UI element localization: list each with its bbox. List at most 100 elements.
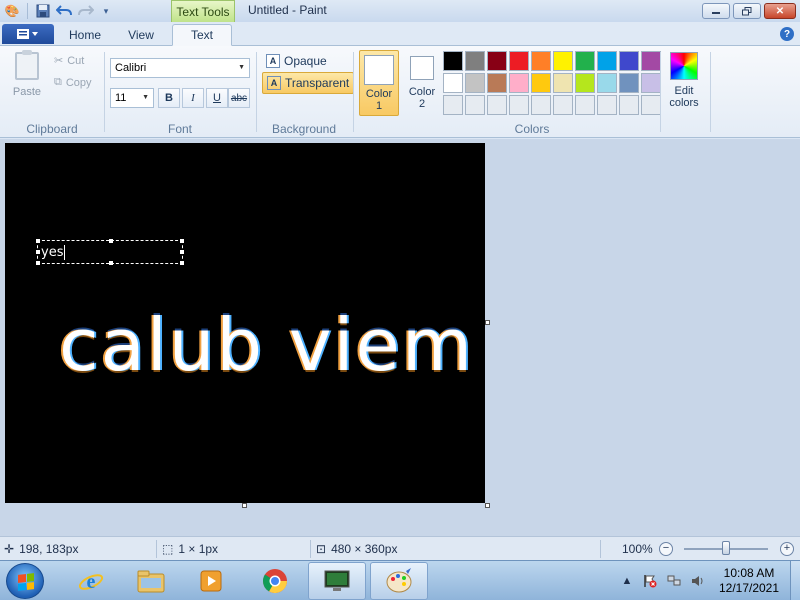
palette-swatch[interactable] xyxy=(509,95,529,115)
palette-swatch[interactable] xyxy=(641,95,661,115)
group-separator xyxy=(660,52,661,132)
status-separator xyxy=(600,540,601,558)
zoom-in-button[interactable]: + xyxy=(780,542,794,556)
paint-taskbar-button[interactable] xyxy=(370,562,428,600)
cut-button[interactable]: ✂ Cut xyxy=(54,54,84,68)
text-caret xyxy=(64,245,65,260)
transparent-option[interactable]: A Transparent xyxy=(262,72,355,94)
palette-swatch[interactable] xyxy=(597,51,617,71)
bold-button[interactable]: B xyxy=(158,88,180,108)
show-desktop-button[interactable] xyxy=(790,561,800,600)
internet-explorer-taskbar-button[interactable]: e xyxy=(62,562,120,600)
edit-colors-button[interactable]: Edit colors xyxy=(664,52,704,109)
paste-button[interactable]: Paste xyxy=(12,50,42,102)
opaque-option[interactable]: A Opaque xyxy=(262,50,331,72)
remote-app-taskbar-button[interactable] xyxy=(308,562,366,600)
underline-button[interactable]: U xyxy=(206,88,228,108)
palette-swatch[interactable] xyxy=(553,95,573,115)
action-center-flag-icon[interactable] xyxy=(643,574,657,588)
resize-handle[interactable] xyxy=(36,239,40,243)
palette-swatch[interactable] xyxy=(531,73,551,93)
close-button[interactable]: ✕ xyxy=(764,3,796,19)
palette-swatch[interactable] xyxy=(443,73,463,93)
palette-swatch[interactable] xyxy=(575,51,595,71)
palette-swatch[interactable] xyxy=(487,73,507,93)
paint-menu-button[interactable] xyxy=(2,24,54,44)
tab-view[interactable]: View xyxy=(116,24,166,46)
background-group-label: Background xyxy=(271,122,337,136)
palette-swatch[interactable] xyxy=(465,73,485,93)
file-explorer-taskbar-button[interactable] xyxy=(122,562,180,600)
tab-text[interactable]: Text xyxy=(172,24,232,46)
color-1-button[interactable]: Color 1 xyxy=(359,50,399,116)
paint-menu-icon xyxy=(17,29,38,39)
colors-group-label: Colors xyxy=(514,122,550,136)
palette-swatch[interactable] xyxy=(619,51,639,71)
save-icon[interactable] xyxy=(35,3,51,19)
palette-swatch[interactable] xyxy=(553,51,573,71)
edit-colors-label-line1: Edit xyxy=(674,85,694,97)
copy-label: Copy xyxy=(65,76,92,89)
minimize-icon xyxy=(712,12,720,14)
media-player-taskbar-button[interactable] xyxy=(182,562,240,600)
text-tools-context-tab: Text Tools xyxy=(171,0,235,22)
palette-swatch[interactable] xyxy=(487,95,507,115)
palette-swatch[interactable] xyxy=(619,73,639,93)
strikethrough-button[interactable]: abc xyxy=(228,88,250,108)
palette-swatch[interactable] xyxy=(531,95,551,115)
font-family-dropdown[interactable]: Calibri ▼ xyxy=(110,58,250,78)
tab-home[interactable]: Home xyxy=(60,24,110,46)
resize-handle[interactable] xyxy=(109,261,113,265)
system-clock[interactable]: 10:08 AM 12/17/2021 xyxy=(716,566,782,596)
palette-swatch[interactable] xyxy=(465,51,485,71)
font-size-dropdown[interactable]: 11 ▼ xyxy=(110,88,154,108)
palette-swatch[interactable] xyxy=(509,51,529,71)
chrome-taskbar-button[interactable] xyxy=(246,562,304,600)
canvas-resize-handle-right[interactable] xyxy=(485,320,490,325)
italic-button[interactable]: I xyxy=(182,88,204,108)
palette-swatch[interactable] xyxy=(487,51,507,71)
zoom-out-button[interactable]: − xyxy=(659,542,673,556)
minimize-button[interactable] xyxy=(702,3,730,19)
palette-swatch[interactable] xyxy=(597,95,617,115)
help-icon[interactable]: ? xyxy=(780,27,794,41)
restore-button[interactable] xyxy=(733,3,761,19)
network-icon[interactable] xyxy=(667,574,681,588)
resize-handle[interactable] xyxy=(109,239,113,243)
group-separator xyxy=(353,52,354,132)
resize-handle[interactable] xyxy=(36,250,40,254)
palette-swatch[interactable] xyxy=(619,95,639,115)
show-hidden-icons-icon[interactable]: ▲ xyxy=(620,574,634,588)
resize-handle[interactable] xyxy=(180,239,184,243)
zoom-slider-thumb[interactable] xyxy=(722,541,730,555)
palette-swatch[interactable] xyxy=(443,51,463,71)
palette-swatch[interactable] xyxy=(641,73,661,93)
copy-button[interactable]: ⧉ Copy xyxy=(54,76,92,89)
start-button[interactable] xyxy=(6,563,44,599)
resize-handle[interactable] xyxy=(180,261,184,265)
customize-qat-icon[interactable]: ▾ xyxy=(98,3,114,19)
palette-swatch[interactable] xyxy=(509,73,529,93)
canvas-resize-handle-bottom[interactable] xyxy=(242,503,247,508)
color-2-button[interactable]: Color 2 xyxy=(402,50,442,116)
palette-swatch[interactable] xyxy=(443,95,463,115)
palette-swatch[interactable] xyxy=(575,95,595,115)
text-input-box[interactable]: yes xyxy=(36,239,184,265)
palette-swatch[interactable] xyxy=(553,73,573,93)
resize-handle[interactable] xyxy=(36,261,40,265)
paint-app-icon[interactable]: 🎨 xyxy=(4,3,20,19)
crosshair-icon: ✛ xyxy=(4,542,15,556)
group-separator xyxy=(256,52,257,132)
resize-handle[interactable] xyxy=(180,250,184,254)
palette-swatch[interactable] xyxy=(597,73,617,93)
drawing-canvas[interactable]: calub viem yes xyxy=(5,143,485,503)
undo-icon[interactable] xyxy=(56,3,72,19)
volume-icon[interactable] xyxy=(691,574,705,588)
color-2-label-line2: 2 xyxy=(418,98,426,110)
palette-swatch[interactable] xyxy=(641,51,661,71)
redo-icon[interactable] xyxy=(78,3,94,19)
palette-swatch[interactable] xyxy=(531,51,551,71)
palette-swatch[interactable] xyxy=(465,95,485,115)
canvas-resize-handle-corner[interactable] xyxy=(485,503,490,508)
palette-swatch[interactable] xyxy=(575,73,595,93)
